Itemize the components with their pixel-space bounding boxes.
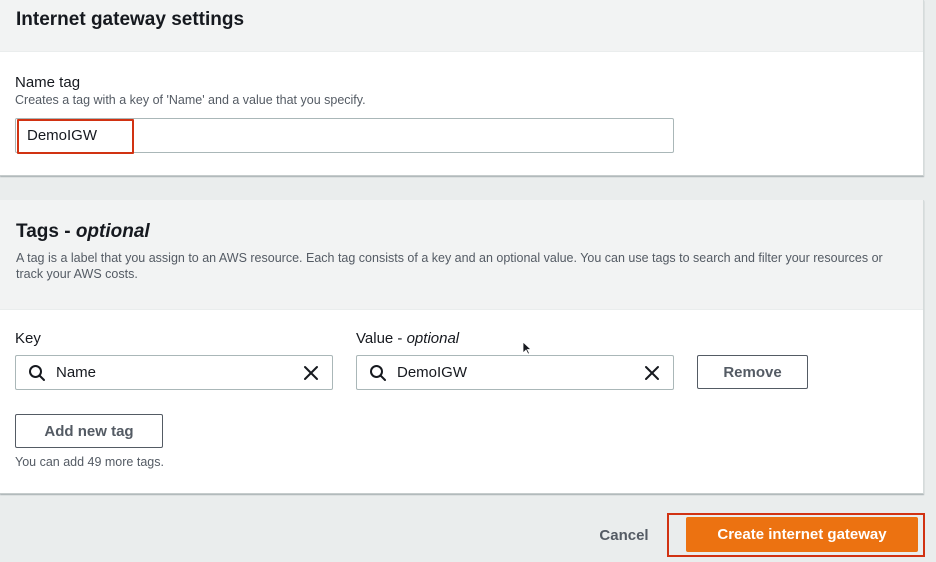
value-label-main: Value -: [356, 330, 407, 347]
panel-header: Internet gateway settings: [0, 0, 923, 52]
value-column-label: Value - optional: [356, 330, 459, 348]
tag-value-value: DemoIGW: [397, 364, 468, 381]
close-icon[interactable]: [302, 364, 320, 382]
tag-key-input[interactable]: Name: [15, 355, 333, 390]
name-tag-label: Name tag: [15, 74, 81, 91]
tags-description: A tag is a label that you assign to an A…: [16, 251, 883, 281]
section-title: Tags - optional: [16, 220, 907, 244]
close-icon[interactable]: [643, 364, 661, 382]
tag-value-input[interactable]: DemoIGW: [356, 355, 674, 390]
tag-key-value: Name: [56, 364, 97, 381]
name-tag-description: Creates a tag with a key of 'Name' and a…: [15, 93, 366, 107]
panel-header: Tags - optional A tag is a label that yo…: [0, 200, 923, 310]
title-main: Tags -: [16, 221, 76, 242]
search-icon: [28, 364, 46, 382]
mouse-cursor-icon: [522, 341, 533, 355]
search-icon: [369, 364, 387, 382]
cancel-button[interactable]: Cancel: [584, 517, 664, 553]
title-optional: optional: [75, 221, 150, 242]
section-title: Internet gateway settings: [16, 9, 245, 30]
key-column-label: Key: [15, 330, 41, 347]
tags-remaining-text: You can add 49 more tags.: [15, 455, 164, 469]
tags-panel: Tags - optional A tag is a label that yo…: [0, 200, 924, 494]
name-tag-input[interactable]: DemoIGW: [15, 118, 674, 153]
value-label-optional: optional: [406, 330, 460, 347]
remove-tag-button[interactable]: Remove: [697, 355, 808, 389]
name-tag-field-header: Name tag Creates a tag with a key of 'Na…: [15, 74, 366, 108]
create-internet-gateway-button[interactable]: Create internet gateway: [686, 517, 918, 552]
add-new-tag-button[interactable]: Add new tag: [15, 414, 163, 448]
page: Internet gateway settings Name tag Creat…: [0, 0, 936, 562]
